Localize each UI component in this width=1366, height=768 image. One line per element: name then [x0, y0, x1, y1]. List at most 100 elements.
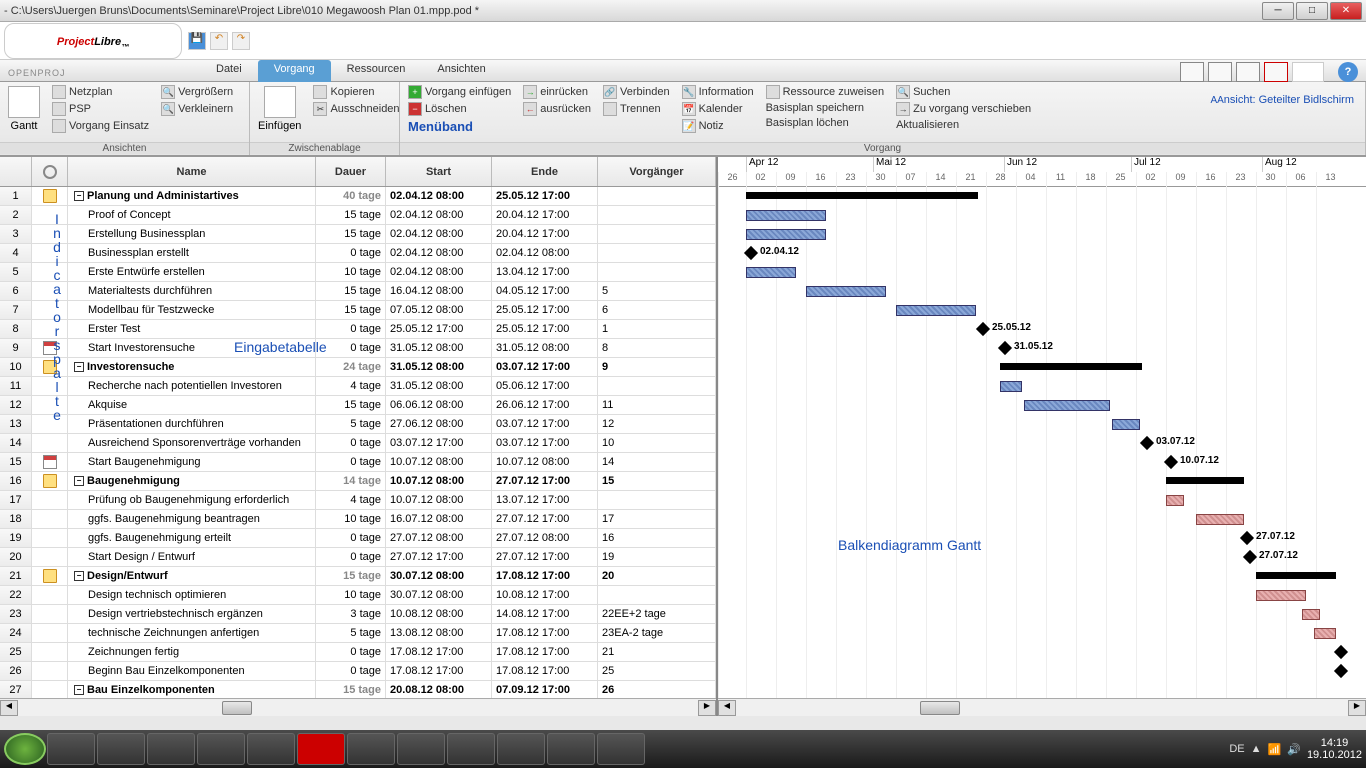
end-cell[interactable]: 13.04.12 17:00 [492, 263, 598, 281]
outline-toggle[interactable]: − [74, 571, 84, 581]
tray-network-icon[interactable]: 📶 [1268, 743, 1282, 756]
end-cell[interactable]: 05.06.12 17:00 [492, 377, 598, 395]
predecessor-cell[interactable]: 11 [598, 396, 716, 414]
row-number[interactable]: 26 [0, 662, 32, 680]
taskbar-excel-icon[interactable] [497, 733, 545, 765]
start-cell[interactable]: 02.04.12 08:00 [386, 225, 492, 243]
gantt-hscroll[interactable]: ◀ ▶ [718, 698, 1366, 716]
close-button[interactable]: ✕ [1330, 2, 1362, 20]
end-cell[interactable]: 02.04.12 08:00 [492, 244, 598, 262]
row-number[interactable]: 7 [0, 301, 32, 319]
tray-lang[interactable]: DE [1229, 743, 1244, 755]
predecessor-cell[interactable] [598, 377, 716, 395]
task-row[interactable]: 21−Design/Entwurf15 tage30.07.12 08:0017… [0, 567, 716, 586]
insert-task-button[interactable]: +Vorgang einfügen [406, 84, 513, 100]
duration-cell[interactable]: 0 tage [316, 244, 386, 262]
copy-button[interactable]: Kopieren [311, 84, 401, 100]
row-number[interactable]: 14 [0, 434, 32, 452]
gantt-task-bar[interactable] [1196, 514, 1244, 525]
tab-ressourcen[interactable]: Ressourcen [331, 60, 422, 82]
gantt-body[interactable]: Balkendiagramm Gantt 02.04.1225.05.1231.… [718, 187, 1366, 698]
duration-cell[interactable]: 5 tage [316, 624, 386, 642]
gantt-task-bar[interactable] [1166, 495, 1184, 506]
predecessor-cell[interactable]: 22EE+2 tage [598, 605, 716, 623]
predecessor-cell[interactable]: 15 [598, 472, 716, 490]
predecessor-cell[interactable]: 17 [598, 510, 716, 528]
row-number[interactable]: 8 [0, 320, 32, 338]
start-cell[interactable]: 17.08.12 17:00 [386, 662, 492, 680]
row-number[interactable]: 17 [0, 491, 32, 509]
system-tray[interactable]: DE ▲ 📶 🔊 14:19 19.10.2012 [1229, 737, 1362, 761]
unlink-button[interactable]: Trennen [601, 101, 672, 117]
table-body[interactable]: 1−Planung und Administartives40 tage02.0… [0, 187, 716, 698]
task-name-cell[interactable]: Materialtests durchführen [68, 282, 316, 300]
task-row[interactable]: 2Proof of Concept15 tage02.04.12 08:0020… [0, 206, 716, 225]
duration-cell[interactable]: 3 tage [316, 605, 386, 623]
task-row[interactable]: 15Start Baugenehmigung0 tage10.07.12 08:… [0, 453, 716, 472]
task-name-cell[interactable]: Recherche nach potentiellen Investoren [68, 377, 316, 395]
vorgang-einsatz-button[interactable]: Vorgang Einsatz [50, 118, 151, 134]
task-row[interactable]: 11Recherche nach potentiellen Investoren… [0, 377, 716, 396]
task-name-cell[interactable]: −Design/Entwurf [68, 567, 316, 585]
cut-button[interactable]: ✂Ausschneiden [311, 101, 401, 117]
row-number[interactable]: 24 [0, 624, 32, 642]
predecessor-cell[interactable] [598, 225, 716, 243]
row-number[interactable]: 19 [0, 529, 32, 547]
task-name-cell[interactable]: Erstellung Businessplan [68, 225, 316, 243]
tray-volume-icon[interactable]: 🔊 [1287, 743, 1301, 756]
task-row[interactable]: 25Zeichnungen fertig0 tage17.08.12 17:00… [0, 643, 716, 662]
predecessor-cell[interactable]: 12 [598, 415, 716, 433]
col-name-header[interactable]: Name [68, 157, 316, 186]
duration-cell[interactable]: 0 tage [316, 320, 386, 338]
task-row[interactable]: 3Erstellung Businessplan15 tage02.04.12 … [0, 225, 716, 244]
col-number-header[interactable] [0, 157, 32, 186]
predecessor-cell[interactable] [598, 586, 716, 604]
start-cell[interactable]: 02.04.12 08:00 [386, 263, 492, 281]
start-cell[interactable]: 30.07.12 08:00 [386, 567, 492, 585]
duration-cell[interactable]: 10 tage [316, 263, 386, 281]
task-row[interactable]: 16−Baugenehmigung14 tage10.07.12 08:0027… [0, 472, 716, 491]
information-button[interactable]: 🔧Information [680, 84, 756, 100]
duration-cell[interactable]: 24 tage [316, 358, 386, 376]
predecessor-cell[interactable]: 16 [598, 529, 716, 547]
start-cell[interactable]: 27.06.12 08:00 [386, 415, 492, 433]
task-row[interactable]: 12Akquise15 tage06.06.12 08:0026.06.12 1… [0, 396, 716, 415]
gantt-scroll-right-icon[interactable]: ▶ [1348, 700, 1366, 716]
outline-toggle[interactable]: − [74, 685, 84, 695]
duration-cell[interactable]: 5 tage [316, 415, 386, 433]
task-row[interactable]: 24technische Zeichnungen anfertigen5 tag… [0, 624, 716, 643]
taskbar-media-icon[interactable] [97, 733, 145, 765]
start-cell[interactable]: 02.04.12 08:00 [386, 244, 492, 262]
gantt-milestone[interactable] [1334, 645, 1348, 659]
view-icon-4[interactable] [1264, 62, 1288, 82]
row-number[interactable]: 13 [0, 415, 32, 433]
start-cell[interactable]: 03.07.12 17:00 [386, 434, 492, 452]
gantt-button[interactable]: Gantt [6, 84, 42, 140]
end-cell[interactable]: 13.07.12 17:00 [492, 491, 598, 509]
gantt-task-bar[interactable] [1256, 590, 1306, 601]
end-cell[interactable]: 07.09.12 17:00 [492, 681, 598, 698]
scroll-right-icon[interactable]: ▶ [698, 700, 716, 716]
taskbar-vodafone-icon[interactable] [297, 733, 345, 765]
view-icon-1[interactable] [1180, 62, 1204, 82]
duration-cell[interactable]: 0 tage [316, 548, 386, 566]
duration-cell[interactable]: 15 tage [316, 225, 386, 243]
duration-cell[interactable]: 15 tage [316, 206, 386, 224]
task-row[interactable]: 7Modellbau für Testzwecke15 tage07.05.12… [0, 301, 716, 320]
start-cell[interactable]: 31.05.12 08:00 [386, 377, 492, 395]
start-cell[interactable]: 02.04.12 08:00 [386, 206, 492, 224]
row-number[interactable]: 25 [0, 643, 32, 661]
save-baseline-button[interactable]: Basisplan speichern [764, 101, 887, 115]
col-predecessor-header[interactable]: Vorgänger [598, 157, 716, 186]
predecessor-cell[interactable] [598, 206, 716, 224]
col-end-header[interactable]: Ende [492, 157, 598, 186]
predecessor-cell[interactable]: 1 [598, 320, 716, 338]
start-cell[interactable]: 27.07.12 08:00 [386, 529, 492, 547]
predecessor-cell[interactable]: 20 [598, 567, 716, 585]
duration-cell[interactable]: 4 tage [316, 491, 386, 509]
predecessor-cell[interactable]: 19 [598, 548, 716, 566]
end-cell[interactable]: 26.06.12 17:00 [492, 396, 598, 414]
goto-task-button[interactable]: →Zu vorgang verschieben [894, 101, 1033, 117]
predecessor-cell[interactable]: 9 [598, 358, 716, 376]
predecessor-cell[interactable] [598, 187, 716, 205]
